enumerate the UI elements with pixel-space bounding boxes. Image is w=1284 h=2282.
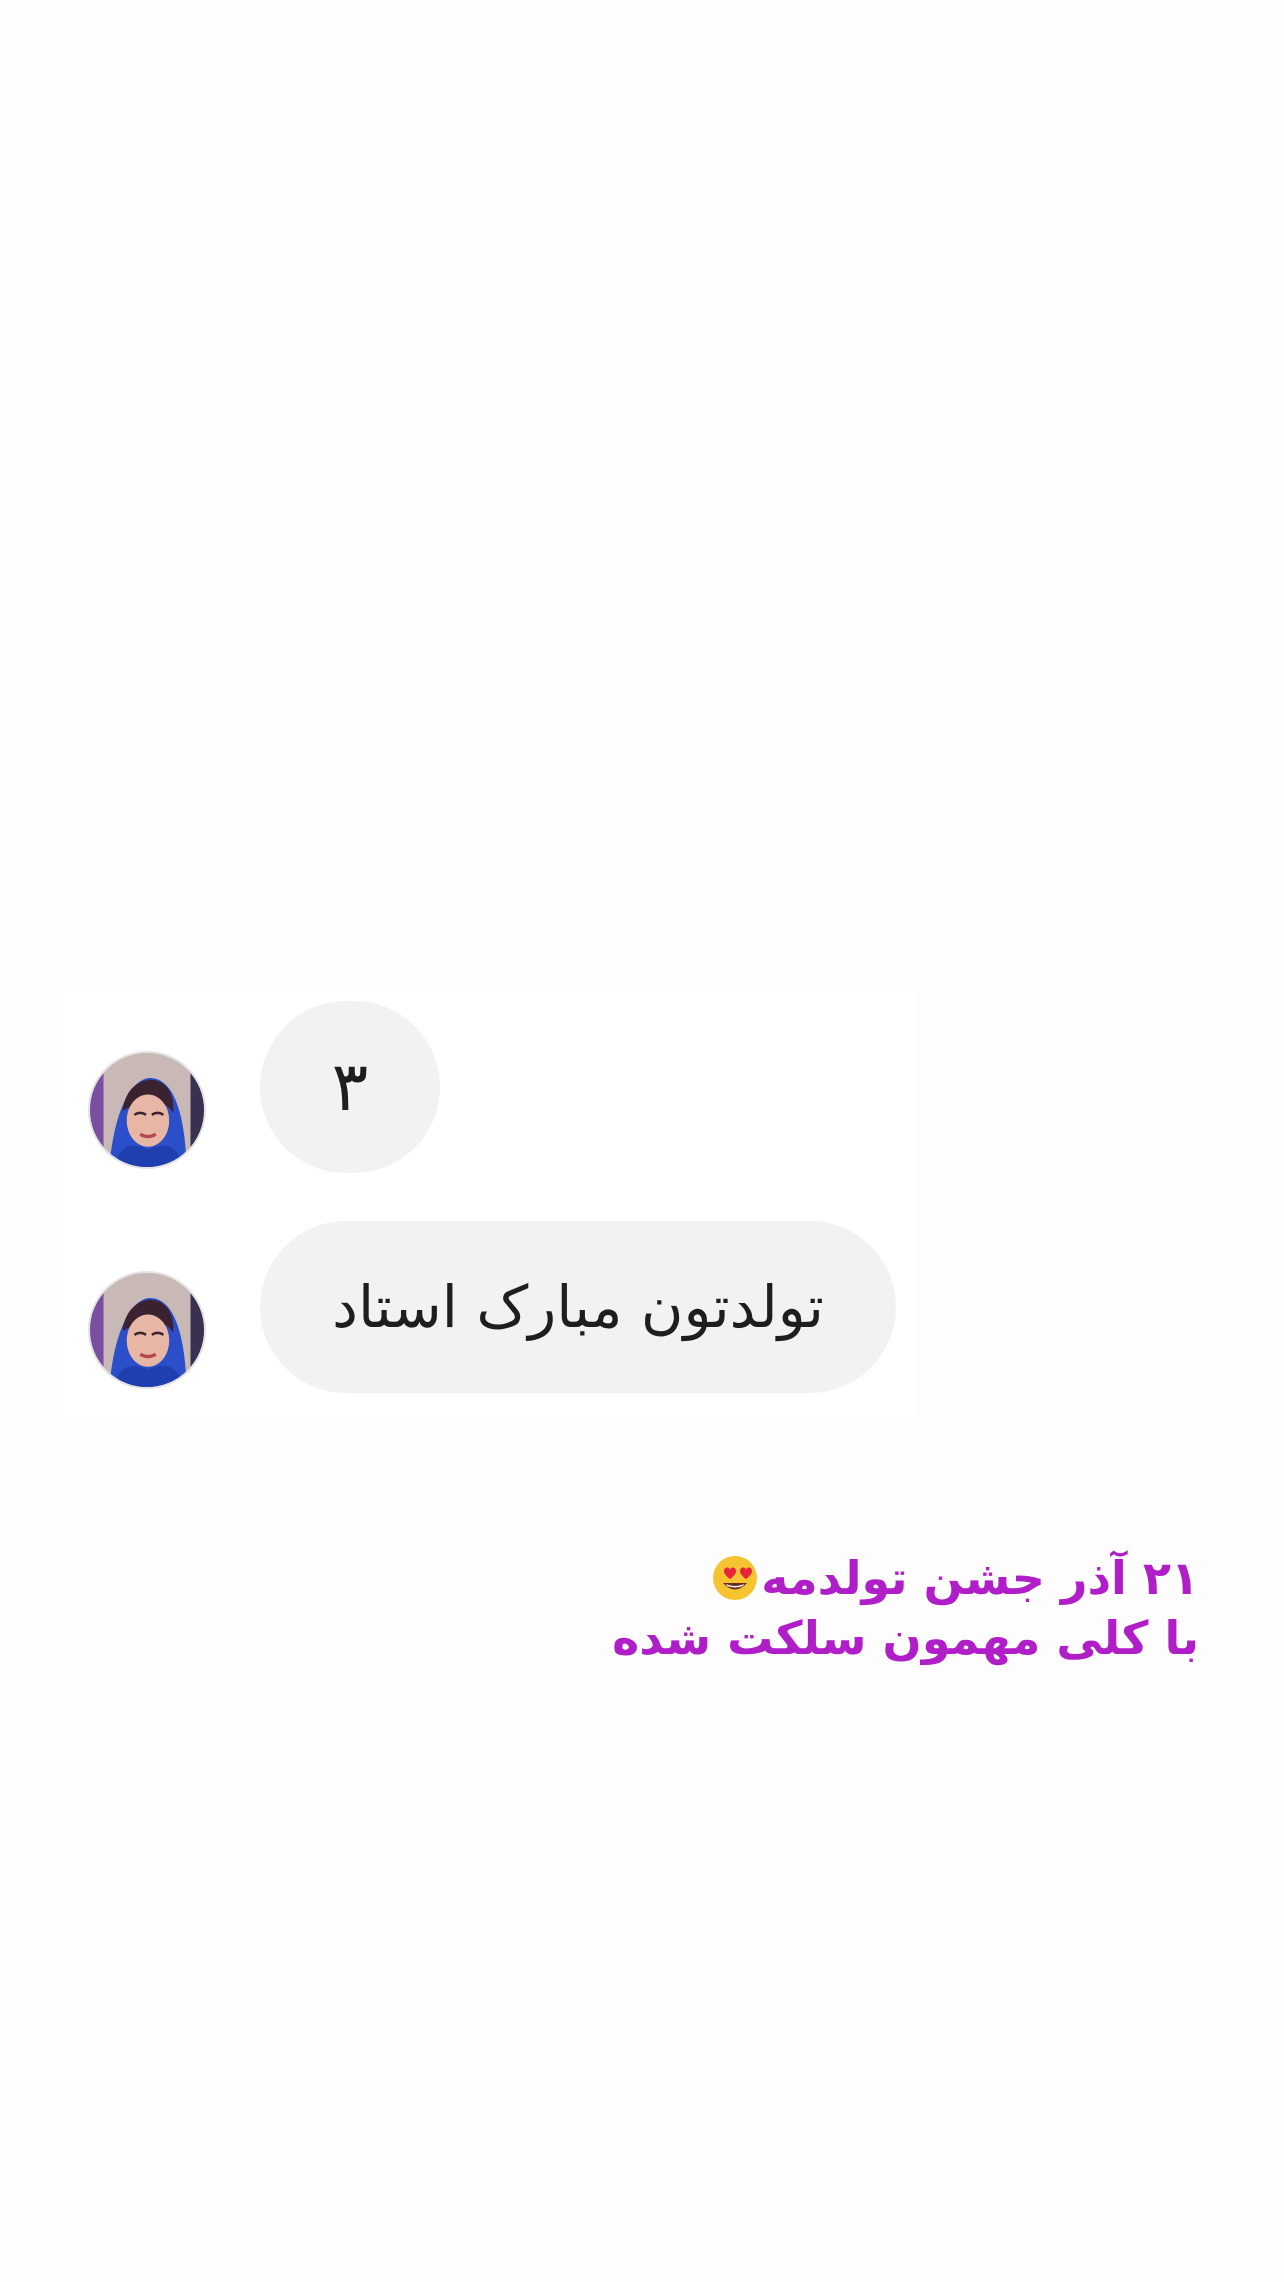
message-text: ۳: [331, 1047, 369, 1127]
story-caption: ۲۱ آذر جشن تولدمه با کلی مهمون سلکت شده: [499, 1548, 1199, 1668]
message-text: تولدتون مبارک استاد: [332, 1273, 824, 1341]
message-bubble[interactable]: ۳: [260, 1001, 440, 1173]
heart-eyes-emoji-icon: [713, 1556, 758, 1600]
caption-line-1-text: ۲۱ آذر جشن تولدمه: [761, 1551, 1199, 1605]
message-bubble[interactable]: تولدتون مبارک استاد: [260, 1221, 896, 1393]
message-row: ۳: [62, 1001, 917, 1173]
message-row: تولدتون مبارک استاد: [62, 1221, 917, 1393]
chat-screenshot-panel: ۳ تولدتون مبارک استاد: [62, 985, 917, 1417]
caption-line-2: با کلی مهمون سلکت شده: [612, 1611, 1199, 1665]
sender-avatar[interactable]: [88, 1051, 206, 1169]
avatar-photo-icon: [90, 1273, 204, 1387]
sender-avatar[interactable]: [88, 1271, 206, 1389]
caption-line-1: ۲۱ آذر جشن تولدمه: [499, 1548, 1199, 1608]
avatar-photo-icon: [90, 1053, 204, 1167]
